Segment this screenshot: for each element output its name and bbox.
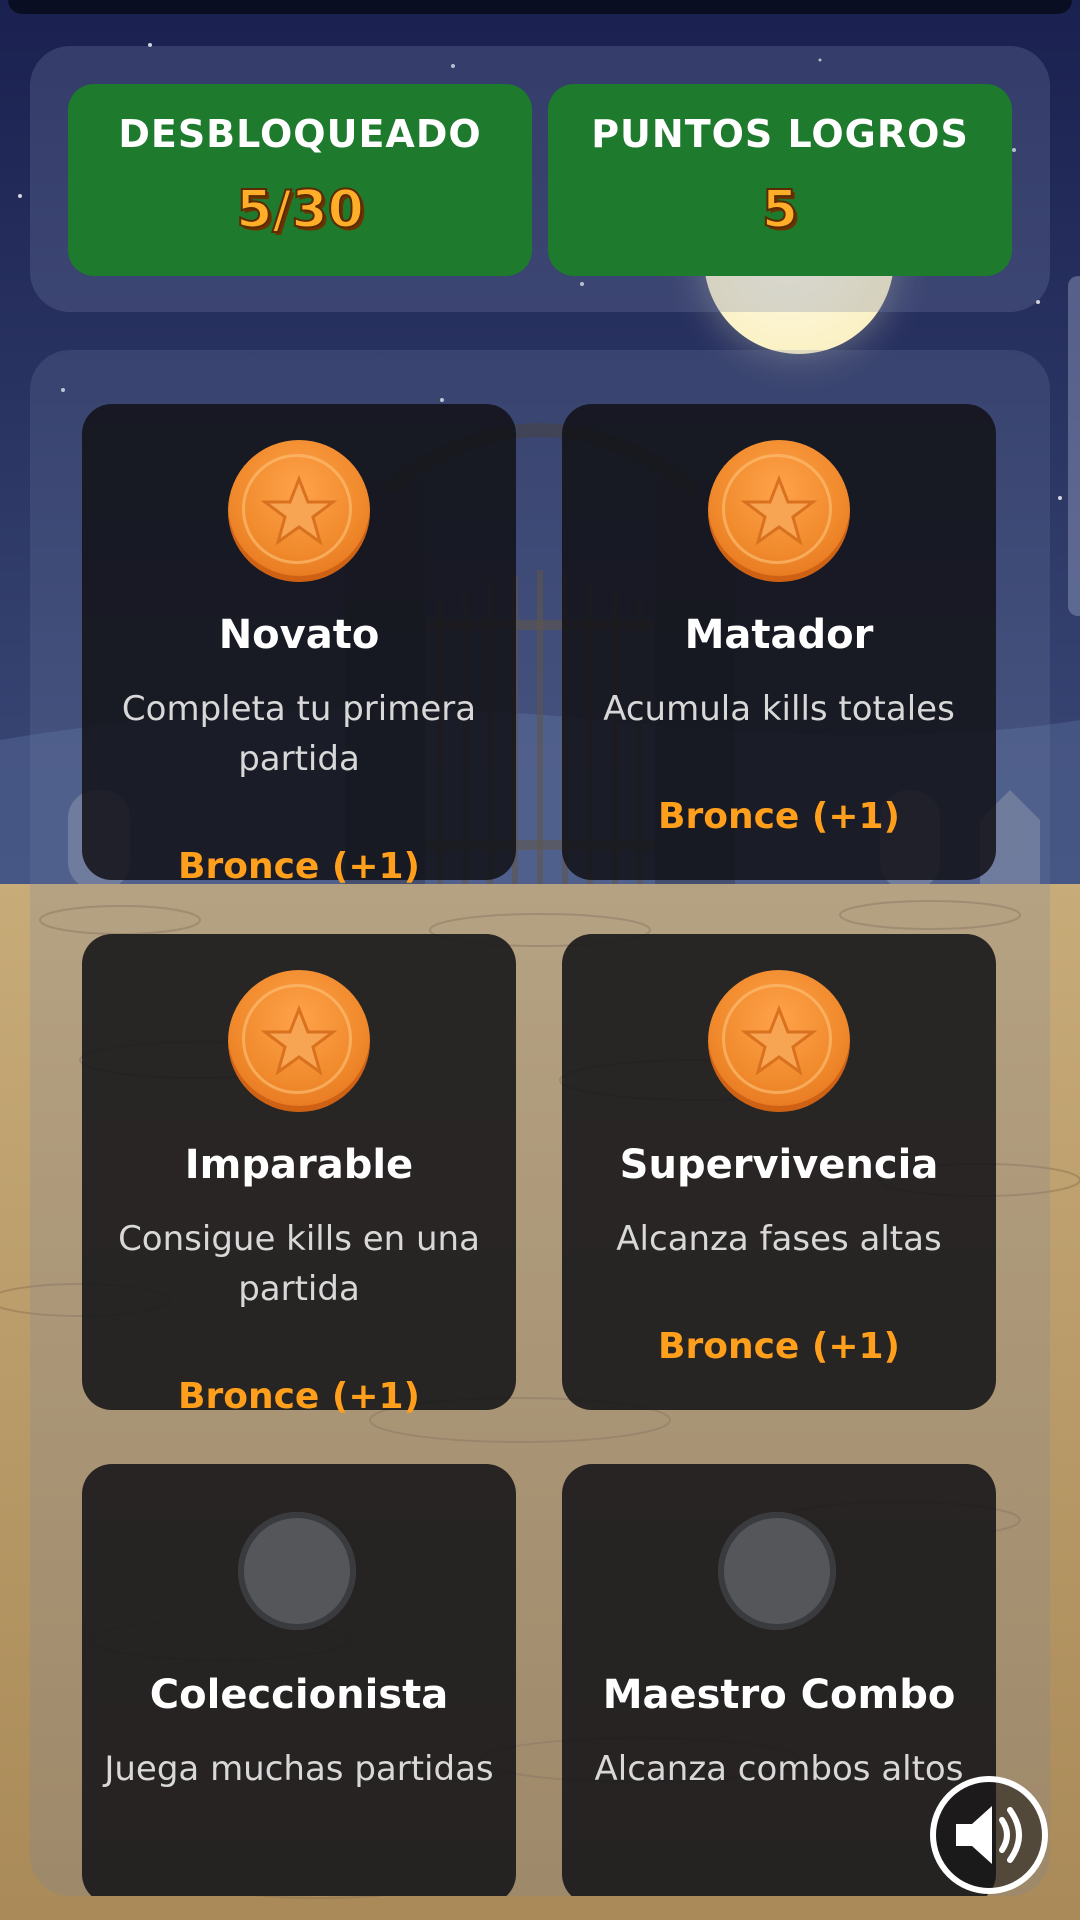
points-stat: PUNTOS LOGROS 5 xyxy=(548,84,1012,276)
bronze-medal-icon xyxy=(228,970,370,1112)
achievement-title: Supervivencia xyxy=(619,1142,939,1188)
locked-medal-icon xyxy=(718,1512,836,1630)
achievement-title: Maestro Combo xyxy=(602,1672,956,1718)
achievements-panel: Novato Completa tu primera partida Bronc… xyxy=(30,350,1050,1896)
achievement-desc: Juega muchas partidas xyxy=(104,1749,494,1789)
points-value: 5 xyxy=(761,179,799,241)
achievement-title: Imparable xyxy=(184,1142,414,1188)
achievement-title: Coleccionista xyxy=(149,1672,449,1718)
locked-medal-icon xyxy=(238,1512,356,1630)
achievement-tier: Bronce (+1) xyxy=(658,796,900,837)
points-label: PUNTOS LOGROS xyxy=(591,112,969,156)
achievement-card-locked[interactable]: Coleccionista Juega muchas partidas xyxy=(82,1464,516,1896)
achievement-title: Novato xyxy=(218,612,380,658)
achievement-desc: Alcanza combos altos xyxy=(594,1749,964,1789)
unlocked-stat: DESBLOQUEADO 5/30 xyxy=(68,84,532,276)
achievement-card[interactable]: Supervivencia Alcanza fases altas Bronce… xyxy=(562,934,996,1410)
achievement-desc: Completa tu primera partida xyxy=(121,689,477,779)
unlocked-value: 5/30 xyxy=(235,179,365,241)
bronze-medal-icon xyxy=(228,440,370,582)
speaker-icon xyxy=(956,1806,1022,1864)
bronze-medal-icon xyxy=(708,970,850,1112)
side-scroll-tab[interactable] xyxy=(1068,276,1080,616)
achievement-card[interactable]: Imparable Consigue kills en una partida … xyxy=(82,934,516,1417)
achievement-tier: Bronce (+1) xyxy=(178,1376,420,1417)
sound-toggle-button[interactable] xyxy=(930,1776,1048,1894)
achievement-title: Matador xyxy=(684,612,874,658)
top-strip xyxy=(8,0,1072,14)
stats-panel: DESBLOQUEADO 5/30 PUNTOS LOGROS 5 xyxy=(30,46,1050,312)
unlocked-label: DESBLOQUEADO xyxy=(118,112,482,156)
achievement-desc: Alcanza fases altas xyxy=(616,1219,942,1259)
achievement-desc: Acumula kills totales xyxy=(603,689,955,729)
bronze-medal-icon xyxy=(708,440,850,582)
achievement-tier: Bronce (+1) xyxy=(178,846,420,887)
achievement-tier: Bronce (+1) xyxy=(658,1326,900,1367)
achievement-desc: Consigue kills en una partida xyxy=(118,1219,480,1309)
achievement-card[interactable]: Matador Acumula kills totales Bronce (+1… xyxy=(562,404,996,880)
achievement-card[interactable]: Novato Completa tu primera partida Bronc… xyxy=(82,404,516,887)
